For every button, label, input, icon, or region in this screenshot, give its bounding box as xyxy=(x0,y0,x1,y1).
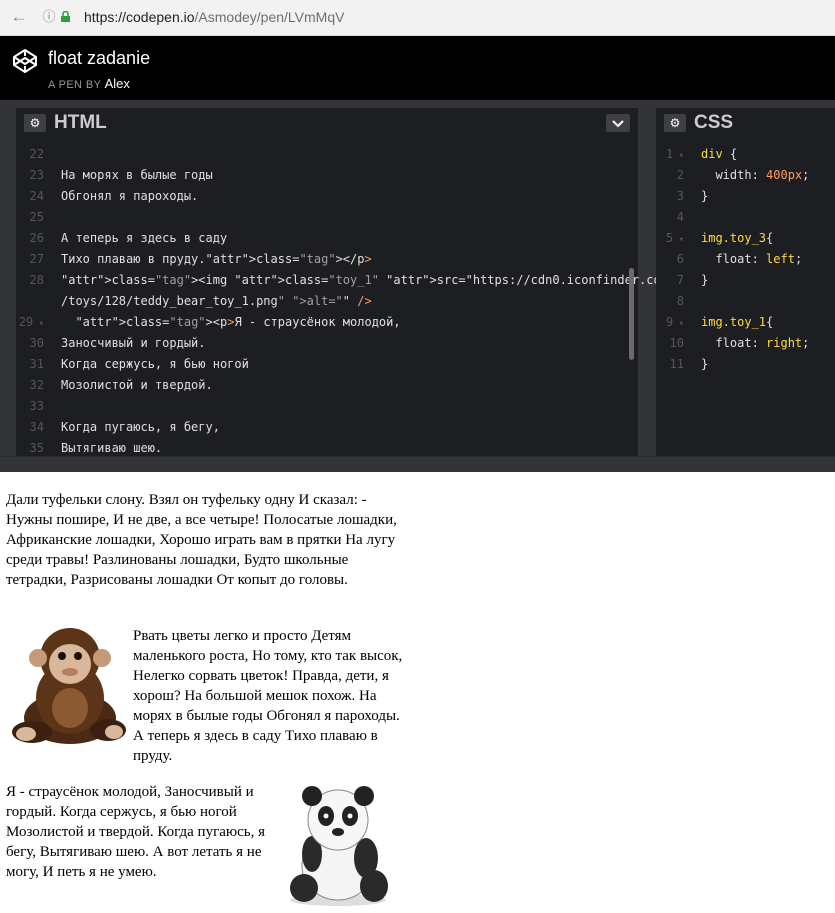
fold-marker-icon[interactable]: ▾ xyxy=(673,151,684,161)
fold-marker-icon[interactable]: ▾ xyxy=(673,319,684,329)
code-text: /toys/128/teddy_bear_toy_1.png" ">alt=""… xyxy=(61,294,372,308)
by-label: A PEN BY xyxy=(48,79,102,91)
line-number: 10 xyxy=(669,336,684,350)
author-link[interactable]: Alex xyxy=(105,76,130,91)
code-text: } xyxy=(701,357,709,371)
code-text: Когда сержусь, я бью ногой xyxy=(61,357,249,371)
resize-divider[interactable] xyxy=(0,456,835,472)
fold-marker-icon[interactable]: ▾ xyxy=(673,235,684,245)
code-text: На морях в былые годы xyxy=(61,168,213,182)
css-editor-panel: ⚙ CSS 1 ▾ div { 2 width: 400px; 3} 4 5 ▾ img.t… xyxy=(656,108,835,456)
code-text: img.toy_3{ xyxy=(701,231,774,245)
line-number: 2 xyxy=(676,168,684,182)
address-bar[interactable]: https://codepen.io/Asmodey/pen/LVmMqV xyxy=(84,9,344,25)
preview-paragraph: Я - страусёнок молодой, Заносчивый и гор… xyxy=(6,784,265,880)
line-number: 3 xyxy=(676,189,684,203)
gear-icon[interactable]: ⚙ xyxy=(24,114,46,132)
line-number: 9 ▾ xyxy=(665,315,684,329)
lock-icon xyxy=(61,11,70,22)
html-editor-panel: ⚙ HTML 22 23 На морях в былые годы 24 Обгоня… xyxy=(16,108,747,456)
line-number: 29 ▾ xyxy=(18,315,44,329)
line-number: 30 xyxy=(29,336,44,350)
chevron-down-icon xyxy=(612,120,624,128)
code-text: float: left; xyxy=(715,252,803,266)
line-number: 7 xyxy=(676,273,684,287)
css-panel-header: ⚙ CSS xyxy=(656,108,835,138)
css-panel-title: CSS xyxy=(694,112,734,133)
line-number: 25 xyxy=(29,210,44,224)
code-text: Обгонял я пароходы. xyxy=(61,189,199,203)
line-number: 1 ▾ xyxy=(665,147,684,161)
code-text: "attr">class="tag"><p>Я - страусёнок мол… xyxy=(75,315,401,329)
panda-toy-image xyxy=(290,786,388,906)
line-number: 6 xyxy=(676,252,684,266)
url-path: /Asmodey/pen/LVmMqV xyxy=(194,9,345,25)
info-icon[interactable]: ⓘ xyxy=(38,6,60,28)
line-number: 33 xyxy=(29,399,44,413)
code-text: img.toy_1{ xyxy=(701,315,774,329)
code-text: Мозолистой и твердой. xyxy=(61,378,213,392)
fold-marker-icon[interactable]: ▾ xyxy=(33,319,44,329)
code-text: А теперь я здесь в саду xyxy=(61,231,228,245)
line-number: 24 xyxy=(29,189,44,203)
code-text: } xyxy=(701,273,709,287)
line-number: 28 xyxy=(29,273,44,287)
line-number: 4 xyxy=(676,210,684,224)
line-number: 31 xyxy=(29,357,44,371)
code-text: float: right; xyxy=(715,336,810,350)
url-host: https://codepen.io xyxy=(84,9,195,25)
monkey-toy-image xyxy=(12,628,126,744)
pen-title: float zadanie xyxy=(48,48,151,68)
codepen-logo-icon[interactable] xyxy=(12,48,38,74)
line-number: 34 xyxy=(29,420,44,434)
preview-pane: Дали туфельки слону. Взял он туфельку од… xyxy=(0,472,835,913)
preview-paragraph: Рвать цветы легко и просто Детям маленьк… xyxy=(133,628,403,764)
line-number: 8 xyxy=(676,294,684,308)
code-text: } xyxy=(701,189,709,203)
panel-dropdown-button[interactable] xyxy=(606,114,630,132)
html-panel-header: ⚙ HTML xyxy=(16,108,638,138)
code-text: width: 400px; xyxy=(715,168,810,182)
line-number: 26 xyxy=(29,231,44,245)
code-text: Когда пугаюсь, я бегу, xyxy=(61,420,220,434)
code-text: Заносчивый и гордый. xyxy=(61,336,206,350)
line-number: 23 xyxy=(29,168,44,182)
pen-header: float zadanie A PEN BY Alex xyxy=(0,36,835,100)
code-text: Тихо плаваю в пруду."attr">class="tag"><… xyxy=(61,252,372,266)
line-number: 22 xyxy=(29,147,44,161)
browser-toolbar: ← ⓘ https://codepen.io/Asmodey/pen/LVmMq… xyxy=(0,0,835,36)
line-number: 11 xyxy=(669,357,684,371)
gear-icon[interactable]: ⚙ xyxy=(664,114,686,132)
line-number: 27 xyxy=(29,252,44,266)
code-text: div { xyxy=(701,147,738,161)
html-panel-title: HTML xyxy=(54,112,107,133)
html-editor-scrollbar[interactable] xyxy=(629,268,634,360)
back-arrow-icon[interactable]: ← xyxy=(8,6,30,28)
pen-byline: A PEN BY Alex xyxy=(48,76,130,91)
line-number: 32 xyxy=(29,378,44,392)
code-text: "attr">class="tag"><img "attr">class="to… xyxy=(61,273,748,287)
preview-paragraph: Дали туфельки слону. Взял он туфельку од… xyxy=(6,492,397,588)
line-number: 5 ▾ xyxy=(665,231,684,245)
